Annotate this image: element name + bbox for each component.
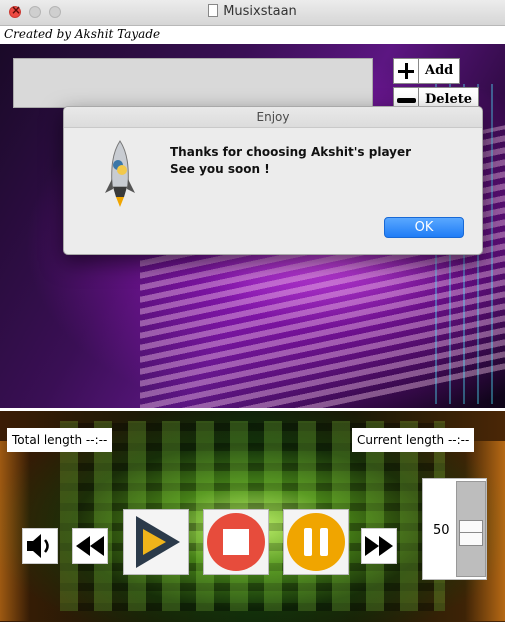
mute-button[interactable] <box>22 528 58 564</box>
plus-icon[interactable] <box>393 58 419 84</box>
speaker-icon <box>27 534 49 558</box>
dialog-message-line2: See you soon ! <box>170 162 270 176</box>
title-bar: Musixstaan <box>0 0 505 26</box>
dialog-message-line1: Thanks for choosing Akshit's player <box>170 145 412 159</box>
enjoy-dialog: Enjoy Thanks for choosing Akshit's playe… <box>63 106 483 255</box>
pause-button[interactable] <box>283 509 349 575</box>
document-icon <box>208 4 219 17</box>
current-length-label: Current length --:-- <box>352 428 475 452</box>
fast-forward-icon <box>365 536 393 556</box>
volume-trough[interactable] <box>456 481 486 577</box>
window-title: Musixstaan <box>223 4 297 19</box>
add-button[interactable]: Add <box>393 58 461 84</box>
volume-slider-thumb[interactable] <box>459 520 483 546</box>
window-title-wrap: Musixstaan <box>0 4 505 19</box>
total-length-label: Total length --:-- <box>7 428 113 452</box>
credit-bar: Created by Akshit Tayade <box>0 26 505 44</box>
footer-strip <box>0 622 505 627</box>
play-icon <box>136 516 180 568</box>
volume-value: 50 <box>433 523 450 538</box>
fast-forward-button[interactable] <box>361 528 397 564</box>
pause-icon <box>287 513 345 571</box>
rewind-icon <box>76 536 104 556</box>
dialog-title: Enjoy <box>64 107 482 128</box>
app-window: Musixstaan Created by Akshit Tayade Add … <box>0 0 505 627</box>
rewind-button[interactable] <box>72 528 108 564</box>
python-rocket-icon <box>105 140 135 207</box>
add-label[interactable]: Add <box>419 58 461 84</box>
stop-button[interactable] <box>203 509 269 575</box>
credit-text: Created by Akshit Tayade <box>4 27 161 41</box>
volume-scale[interactable]: 50 <box>422 478 487 580</box>
playlist-box[interactable] <box>13 58 373 108</box>
ok-button[interactable]: OK <box>384 217 464 238</box>
play-button[interactable] <box>123 509 189 575</box>
stop-icon <box>207 513 265 571</box>
